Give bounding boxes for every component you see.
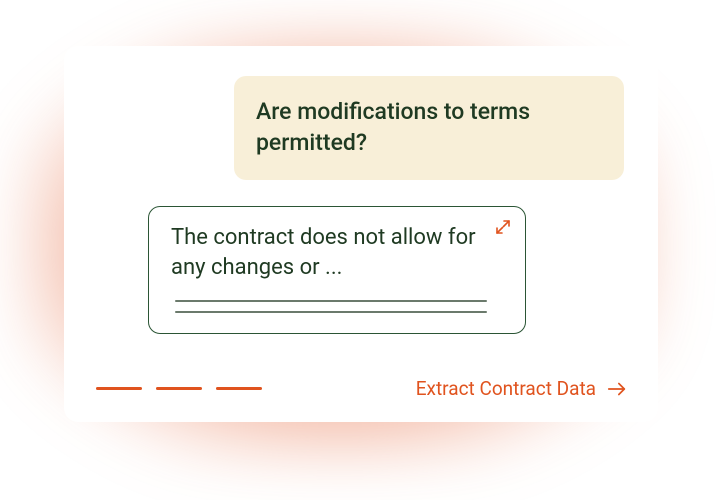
progress-dash bbox=[96, 387, 142, 390]
user-message-text: Are modifications to terms permitted? bbox=[256, 96, 602, 158]
arrow-right-icon bbox=[606, 378, 628, 400]
expand-icon[interactable] bbox=[495, 219, 511, 235]
card-footer: Extract Contract Data bbox=[96, 377, 628, 400]
extract-contract-data-button[interactable]: Extract Contract Data bbox=[416, 377, 628, 400]
cta-label: Extract Contract Data bbox=[416, 377, 596, 400]
chat-card: Are modifications to terms permitted? Th… bbox=[64, 46, 658, 422]
response-placeholder-lines bbox=[171, 300, 507, 313]
response-preview-text: The contract does not allow for any chan… bbox=[171, 223, 507, 282]
user-message-bubble: Are modifications to terms permitted? bbox=[234, 76, 624, 180]
response-card[interactable]: The contract does not allow for any chan… bbox=[148, 206, 526, 334]
placeholder-line bbox=[175, 311, 487, 313]
progress-dashes bbox=[96, 387, 262, 390]
placeholder-line bbox=[175, 300, 487, 302]
progress-dash bbox=[156, 387, 202, 390]
progress-dash bbox=[216, 387, 262, 390]
